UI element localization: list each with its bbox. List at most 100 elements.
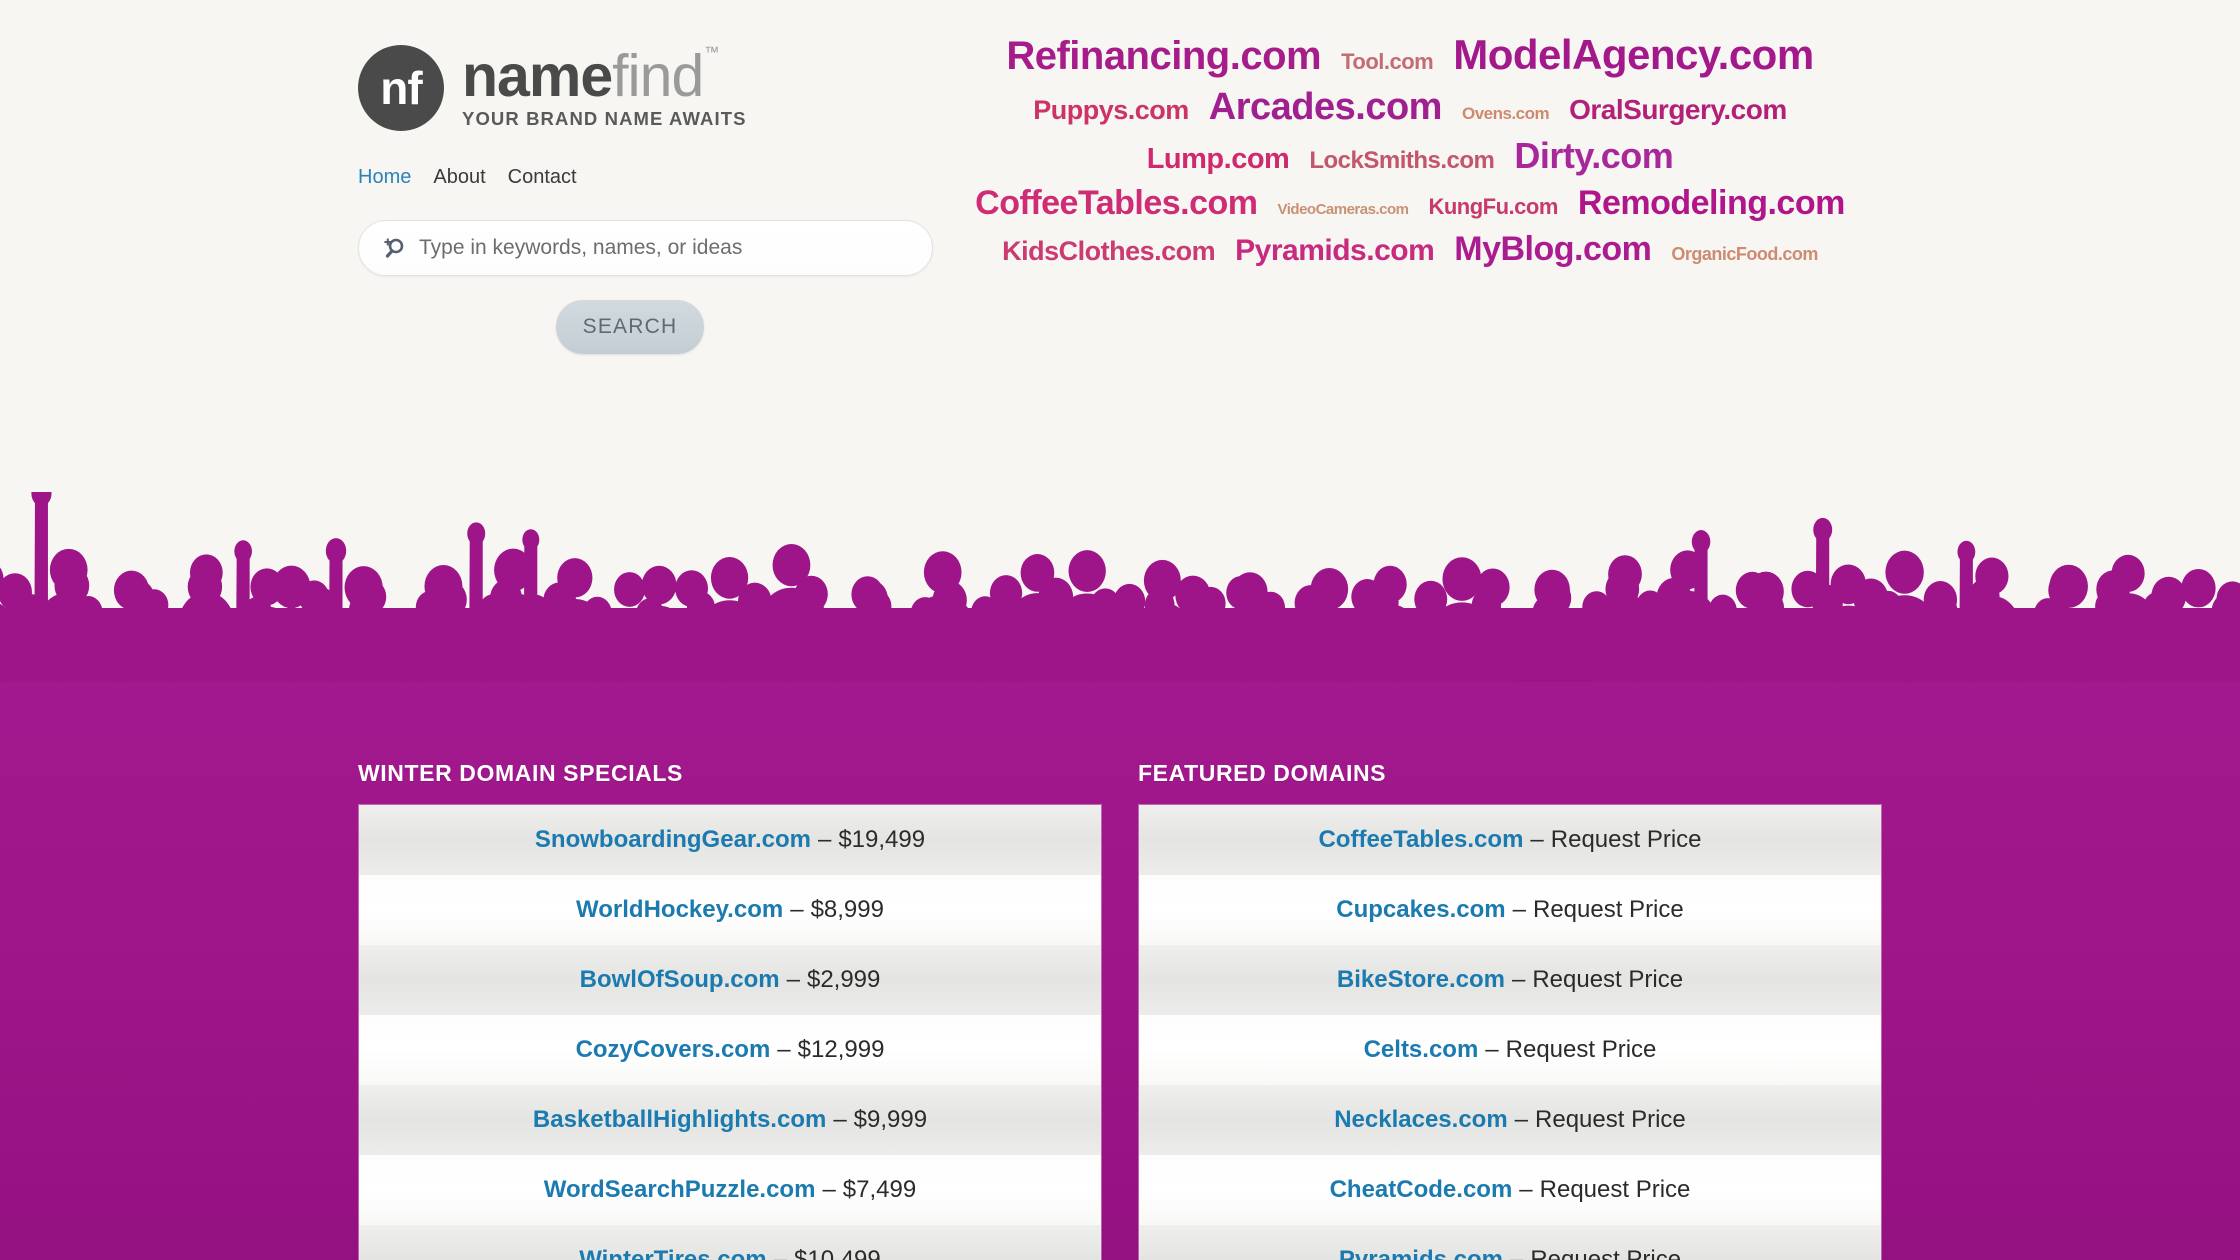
domain-link[interactable]: Celts.com <box>1364 1036 1479 1064</box>
panel-title: FEATURED DOMAINS <box>1138 760 1387 786</box>
domain-link[interactable]: WordSearchPuzzle.com <box>544 1176 816 1204</box>
word-cloud-item[interactable]: Remodeling.com <box>1578 186 1845 220</box>
row-separator: – <box>790 896 804 923</box>
row-separator: – <box>1511 966 1526 993</box>
domain-link[interactable]: CoffeeTables.com <box>1318 826 1523 854</box>
word-cloud-row: CoffeeTables.com VideoCameras.com KungFu… <box>975 186 1845 220</box>
word-cloud-item[interactable]: CoffeeTables.com <box>975 186 1258 220</box>
row-separator: – <box>822 1176 836 1203</box>
word-cloud-item[interactable]: Refinancing.com <box>1006 36 1321 76</box>
table-row[interactable]: Necklaces.com – Request Price <box>1139 1085 1881 1155</box>
table-row[interactable]: Celts.com – Request Price <box>1139 1015 1881 1085</box>
domain-link[interactable]: Cupcakes.com <box>1336 896 1505 924</box>
nav-item-contact[interactable]: Contact <box>508 166 577 189</box>
word-cloud-item[interactable]: Pyramids.com <box>1235 236 1435 266</box>
table-row[interactable]: BasketballHighlights.com – $9,999 <box>359 1085 1101 1155</box>
word-cloud-item[interactable]: KidsClothes.com <box>1002 238 1216 265</box>
row-separator: – <box>1509 1246 1524 1260</box>
table-row[interactable]: Pyramids.com – Request Price <box>1139 1225 1881 1260</box>
table-row[interactable]: WinterTires.com – $10,499 <box>359 1225 1101 1260</box>
search-input[interactable] <box>419 228 910 268</box>
word-cloud-item[interactable]: ModelAgency.com <box>1453 34 1814 76</box>
row-separator: – <box>833 1106 847 1133</box>
row-separator: – <box>786 966 800 993</box>
row-separator: – <box>777 1036 791 1063</box>
table-row[interactable]: BikeStore.com – Request Price <box>1139 945 1881 1015</box>
domain-link[interactable]: WinterTires.com <box>579 1246 766 1260</box>
row-separator: – <box>1519 1176 1533 1203</box>
table-row[interactable]: CoffeeTables.com – Request Price <box>1139 805 1881 875</box>
search-button[interactable]: SEARCH <box>556 300 704 354</box>
domain-price: Request Price <box>1530 1246 1682 1260</box>
row-separator: – <box>1514 1106 1529 1133</box>
nav-item-home[interactable]: Home <box>358 166 411 189</box>
domain-link[interactable]: CheatCode.com <box>1330 1176 1513 1204</box>
word-cloud-item[interactable]: OralSurgery.com <box>1569 96 1787 124</box>
domain-link[interactable]: WorldHockey.com <box>576 896 783 924</box>
word-cloud-item[interactable]: OrganicFood.com <box>1671 245 1818 263</box>
domain-price: Request Price <box>1505 1036 1657 1063</box>
site-logo[interactable]: nf namefind™ YOUR BRAND NAME AWAITS <box>358 40 938 136</box>
word-cloud-item[interactable]: KungFu.com <box>1428 196 1558 218</box>
word-cloud-item[interactable]: Arcades.com <box>1209 88 1443 126</box>
domain-price: $7,499 <box>842 1176 917 1203</box>
domain-link[interactable]: Pyramids.com <box>1339 1246 1503 1260</box>
word-cloud-item[interactable]: VideoCameras.com <box>1278 202 1409 217</box>
table-row[interactable]: BowlOfSoup.com – $2,999 <box>359 945 1101 1015</box>
featured-domains-panel: FEATURED DOMAINS CoffeeTables.com – Reques… <box>1138 760 1882 1260</box>
domain-price: $10,499 <box>794 1246 881 1260</box>
word-cloud-item[interactable]: Lump.com <box>1147 145 1290 174</box>
nav-item-about[interactable]: About <box>433 166 485 189</box>
domain-price: Request Price <box>1532 966 1684 993</box>
logo-tagline: YOUR BRAND NAME AWAITS <box>462 108 747 130</box>
table-row[interactable]: CozyCovers.com – $12,999 <box>359 1015 1101 1085</box>
domain-link[interactable]: SnowboardingGear.com <box>535 826 811 854</box>
table-row[interactable]: WorldHockey.com – $8,999 <box>359 875 1101 945</box>
domain-price: $8,999 <box>810 896 884 923</box>
word-cloud-item[interactable]: LockSmiths.com <box>1309 149 1495 173</box>
word-cloud-item[interactable]: Tool.com <box>1341 51 1434 73</box>
word-cloud-item[interactable]: MyBlog.com <box>1454 232 1652 266</box>
search-bar[interactable] <box>358 220 933 276</box>
domain-price: Request Price <box>1535 1106 1686 1133</box>
row-separator: – <box>1530 826 1544 853</box>
domain-price: Request Price <box>1539 1176 1691 1203</box>
table-row[interactable]: SnowboardingGear.com – $19,499 <box>359 805 1101 875</box>
domain-link[interactable]: BowlOfSoup.com <box>580 966 780 994</box>
domain-list: CoffeeTables.com – Request Price Cupcakes.… <box>1138 804 1882 1260</box>
domain-price: Request Price <box>1533 896 1684 923</box>
logo-word-find: find <box>612 42 704 109</box>
domain-price: $2,999 <box>806 966 881 993</box>
logo-word-name: name <box>462 42 613 109</box>
word-cloud-row: KidsClothes.com Pyramids.com MyBlog.com … <box>980 232 1840 266</box>
brand-column: nf namefind™ YOUR BRAND NAME AWAITS Home… <box>358 40 938 354</box>
domain-price: $12,999 <box>797 1036 885 1063</box>
domain-link[interactable]: BasketballHighlights.com <box>533 1106 826 1134</box>
domain-link[interactable]: BikeStore.com <box>1337 966 1505 994</box>
table-row[interactable]: CheatCode.com – Request Price <box>1139 1155 1881 1225</box>
word-cloud-item[interactable]: Ovens.com <box>1462 105 1550 122</box>
word-cloud-item[interactable]: Puppys.com <box>1033 97 1189 124</box>
row-separator: – <box>773 1246 787 1260</box>
domain-link[interactable]: CozyCovers.com <box>576 1036 771 1064</box>
winter-domain-specials-panel: WINTER DOMAIN SPECIALS SnowboardingGear.… <box>358 760 1102 1260</box>
logo-mark-text: nf <box>380 62 422 114</box>
row-separator: – <box>1512 896 1526 923</box>
page-root: nf namefind™ YOUR BRAND NAME AWAITS Home… <box>0 0 2240 1260</box>
domain-link[interactable]: Necklaces.com <box>1334 1106 1507 1134</box>
domain-list: SnowboardingGear.com – $19,499 WorldHockey… <box>358 804 1102 1260</box>
word-cloud-row: Puppys.com Arcades.com Ovens.com OralSur… <box>980 88 1840 126</box>
domain-lists-section: WINTER DOMAIN SPECIALS SnowboardingGear.… <box>0 650 2240 1260</box>
domain-lists: WINTER DOMAIN SPECIALS SnowboardingGear.… <box>358 760 1882 1260</box>
table-row[interactable]: WordSearchPuzzle.com – $7,499 <box>359 1155 1101 1225</box>
domain-price: $19,499 <box>838 826 926 853</box>
word-cloud-row: Lump.com LockSmiths.com Dirty.com <box>980 138 1840 174</box>
row-separator: – <box>817 826 832 853</box>
word-cloud-row: Refinancing.com Tool.com ModelAgency.com <box>980 34 1840 77</box>
domain-price: $9,999 <box>853 1106 928 1133</box>
main-navigation: Home About Contact <box>358 166 938 189</box>
word-cloud-item[interactable]: Dirty.com <box>1514 138 1673 174</box>
logo-wordmark: namefind™ YOUR BRAND NAME AWAITS <box>462 42 747 131</box>
table-row[interactable]: Cupcakes.com – Request Price <box>1139 875 1881 945</box>
domain-price: Request Price <box>1550 826 1702 853</box>
